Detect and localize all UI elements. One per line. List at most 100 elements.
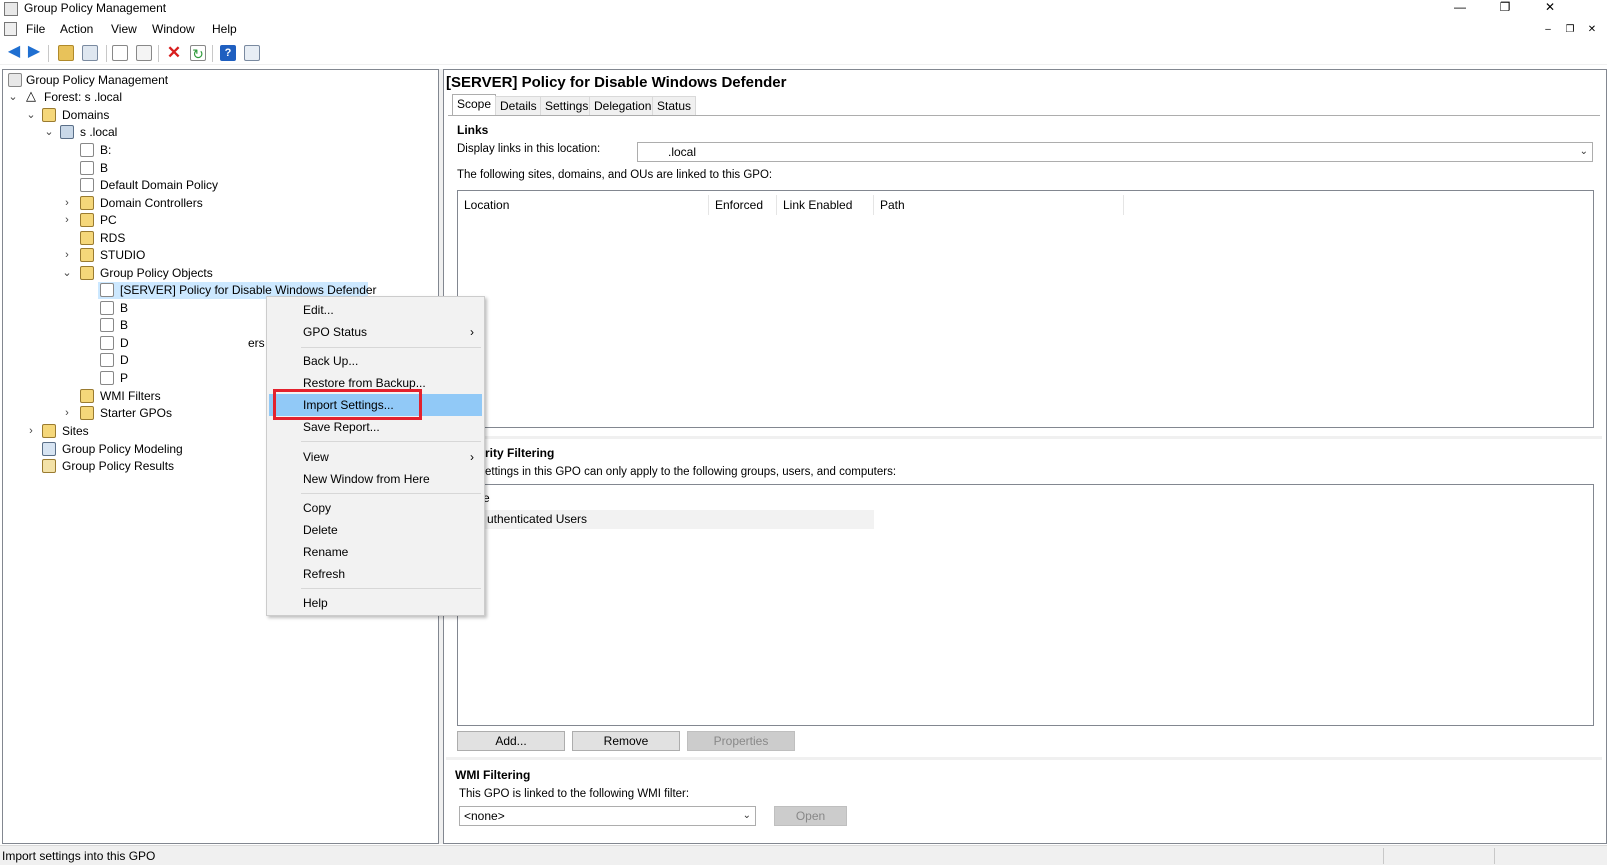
chevron-down-icon[interactable]: ⌄ [62,265,72,282]
gpo-link-icon [80,178,94,192]
refresh-icon[interactable]: ↻ [190,45,206,62]
tree-link-b1[interactable]: B: [80,142,280,159]
close-button[interactable]: ✕ [1530,0,1570,16]
up-folder-icon[interactable] [58,45,74,61]
copy-icon[interactable] [112,45,128,61]
restore-button[interactable]: ❐ [1485,0,1525,16]
menu-window[interactable]: Window [152,22,195,36]
menu-help[interactable]: Help [212,22,237,36]
menu-item-gpo-status[interactable]: GPO Status › [269,321,482,343]
tree-pc[interactable]: › PC [62,212,262,229]
menu-item-edit[interactable]: Edit... [269,299,482,321]
delete-icon[interactable]: ✕ [166,44,182,61]
tree-domain-controllers[interactable]: › Domain Controllers [62,195,262,212]
tree-gpo-4[interactable]: D ers [98,335,268,352]
starter-folder-icon [80,406,94,420]
security-list[interactable]: e uthenticated Users [457,484,1594,726]
links-list[interactable]: Location Enforced Link Enabled Path [457,190,1594,428]
help-icon[interactable]: ? [220,45,236,61]
tree-link-b2[interactable]: B [80,160,280,177]
tree-sites[interactable]: › Sites [26,423,226,440]
mdi-close-button[interactable]: ✕ [1584,23,1600,37]
properties-icon[interactable] [244,45,260,61]
tree-wmi-filters[interactable]: WMI Filters [62,388,262,405]
menu-separator [301,588,481,589]
menu-item-refresh[interactable]: Refresh [269,563,482,585]
ou-folder-icon [80,248,94,262]
tree-domain[interactable]: ⌄ s .local [44,124,244,141]
tab-details[interactable]: Details [495,96,542,116]
menu-view[interactable]: View [111,22,137,36]
menu-item-copy[interactable]: Copy [269,497,482,519]
chevron-down-icon[interactable]: ⌄ [8,89,18,106]
tree-root[interactable]: Group Policy Management [8,72,208,89]
security-row[interactable]: uthenticated Users [459,510,874,529]
window-title: Group Policy Management [24,1,167,15]
chevron-right-icon[interactable]: › [62,195,72,212]
remove-button[interactable]: Remove [572,731,680,751]
results-icon [42,459,56,473]
properties-button[interactable]: Properties [687,731,795,751]
tree-forest[interactable]: ⌄ △ Forest: s .local [8,89,208,106]
tree-gpo-6[interactable]: P [98,370,258,387]
menu-item-delete[interactable]: Delete [269,519,482,541]
status-bar: Import settings into this GPO [0,845,1607,865]
add-button[interactable]: Add... [457,731,565,751]
chevron-right-icon: › [470,450,474,464]
forward-icon[interactable]: ▶ [26,44,42,61]
chevron-right-icon[interactable]: › [62,405,72,422]
back-icon[interactable]: ◀ [6,44,22,61]
tab-delegation[interactable]: Delegation [589,96,657,116]
menu-item-back-up[interactable]: Back Up... [269,350,482,372]
tree-domains[interactable]: ⌄ Domains [26,107,226,124]
location-dropdown[interactable]: .local ⌄ [637,142,1593,162]
column-link-enabled[interactable]: Link Enabled [777,195,874,215]
tree-gpo-2[interactable]: B [98,300,258,317]
mdi-restore-button[interactable]: ❐ [1562,23,1578,37]
column-path[interactable]: Path [874,195,1124,215]
column-location[interactable]: Location [458,195,709,215]
toolbar-separator [48,45,49,62]
menu-item-help[interactable]: Help [269,592,482,614]
open-button[interactable]: Open [774,806,847,826]
gpo-icon [100,301,114,315]
tree-studio[interactable]: › STUDIO [62,247,262,264]
tree-gpo-5[interactable]: D [98,352,258,369]
toolbar-separator [158,45,159,62]
tree-rds[interactable]: RDS [62,230,262,247]
tree-starter-gpos[interactable]: › Starter GPOs [62,405,262,422]
tab-settings[interactable]: Settings [540,96,594,116]
section-divider[interactable] [446,757,1602,760]
mdi-minimize-button[interactable]: – [1540,23,1556,37]
ou-folder-icon [80,231,94,245]
menu-item-new-window[interactable]: New Window from Here [269,468,482,490]
menu-file[interactable]: File [26,22,45,36]
ou-folder-icon [80,213,94,227]
tree-gpo-3[interactable]: B [98,317,258,334]
gpo-icon [100,283,114,297]
tree-default-domain-policy[interactable]: Default Domain Policy [80,177,280,194]
show-hide-tree-icon[interactable] [82,45,98,61]
column-enforced[interactable]: Enforced [709,195,777,215]
chevron-right-icon[interactable]: › [26,423,36,440]
menu-action[interactable]: Action [60,22,93,36]
chevron-down-icon[interactable]: ⌄ [44,124,54,141]
menu-item-view[interactable]: View › [269,446,482,468]
tree-group-policy-results[interactable]: Group Policy Results [26,458,226,475]
mmc-doc-icon [4,22,17,36]
gpo-title: [SERVER] Policy for Disable Windows Defe… [446,74,787,91]
tree-group-policy-modeling[interactable]: Group Policy Modeling [26,441,226,458]
gpo-folder-icon [80,266,94,280]
tab-scope[interactable]: Scope [452,94,497,116]
minimize-button[interactable]: — [1440,0,1480,16]
menu-item-rename[interactable]: Rename [269,541,482,563]
gpo-icon [100,353,114,367]
paste-icon[interactable] [136,45,152,61]
tree-group-policy-objects[interactable]: ⌄ Group Policy Objects [62,265,262,282]
chevron-down-icon[interactable]: ⌄ [26,107,36,124]
chevron-right-icon[interactable]: › [62,212,72,229]
tab-status[interactable]: Status [652,96,697,116]
section-divider[interactable] [446,436,1602,439]
chevron-right-icon[interactable]: › [62,247,72,264]
wmi-filter-dropdown[interactable]: <none> ⌄ [459,806,756,826]
